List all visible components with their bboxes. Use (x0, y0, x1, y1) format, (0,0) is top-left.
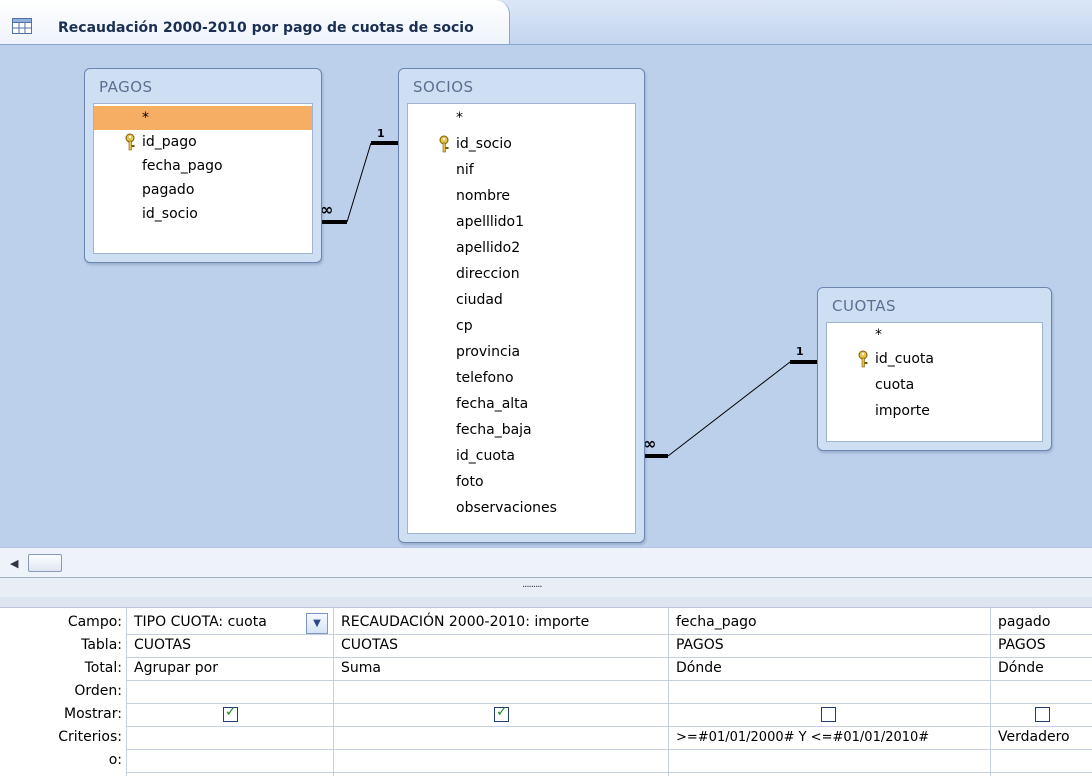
field-foto[interactable]: foto (408, 470, 635, 494)
table-title: CUOTAS (832, 297, 897, 315)
grid-criterios-4[interactable]: Verdadero (994, 726, 1092, 749)
grid-o-3[interactable] (672, 749, 988, 772)
grid-tabla-4[interactable]: PAGOS (994, 634, 1092, 657)
query-design-grid[interactable]: Campo: Tabla: Total: Orden: Mostrar: Cri… (0, 597, 1092, 776)
grid-mostrar-checkbox-3[interactable] (821, 707, 836, 722)
field-ciudad[interactable]: ciudad (408, 288, 635, 312)
relationship-pagos-socios[interactable]: ∞ 1 (320, 127, 398, 224)
grid-o-4[interactable] (994, 749, 1092, 772)
field-nif[interactable]: nif (408, 158, 635, 182)
grid-orden-3[interactable] (672, 680, 988, 703)
field-cuota[interactable]: cuota (827, 373, 1042, 397)
row-label-orden: Orden: (74, 683, 122, 699)
grid-criterios-1[interactable] (130, 726, 330, 749)
field-importe[interactable]: importe (827, 399, 1042, 423)
column-selector-bar[interactable] (0, 597, 1092, 608)
table-title: SOCIOS (413, 78, 474, 96)
field-nombre[interactable]: nombre (408, 184, 635, 208)
row-label-mostrar: Mostrar: (64, 706, 122, 722)
relationship-socios-cuotas[interactable]: ∞ 1 (643, 345, 817, 458)
field-provincia[interactable]: provincia (408, 340, 635, 364)
field-id-socio[interactable]: id_socio (408, 132, 635, 156)
primary-key-icon (125, 133, 135, 151)
field-id-pago[interactable]: id_pago (94, 130, 312, 154)
query-tab[interactable]: Recaudación 2000-2010 por pago de cuotas… (0, 0, 510, 44)
grid-campo-3[interactable]: fecha_pago (672, 611, 988, 634)
grid-campo-1[interactable]: TIPO CUOTA: cuota (130, 611, 306, 634)
grid-campo-4[interactable]: pagado (994, 611, 1092, 634)
table-pagos[interactable]: PAGOS * id_pago fecha_pago pagado id_soc… (84, 68, 322, 263)
grid-orden-4[interactable] (994, 680, 1092, 703)
field-list[interactable]: * id_socio nif nombre apelllido1 apellid… (407, 103, 636, 534)
field-id-socio[interactable]: id_socio (94, 202, 312, 226)
field-id-cuota[interactable]: id_cuota (827, 347, 1042, 371)
primary-key-icon (858, 350, 868, 368)
grid-total-4[interactable]: Dónde (994, 657, 1092, 680)
grid-orden-1[interactable] (130, 680, 330, 703)
grid-criterios-3[interactable]: >=#01/01/2000# Y <=#01/01/2010# (672, 726, 988, 749)
field-fecha-pago[interactable]: fecha_pago (94, 154, 312, 178)
row-label-o: o: (108, 752, 122, 768)
one-label: 1 (796, 345, 804, 358)
scroll-thumb[interactable] (28, 554, 62, 572)
field-fecha-baja[interactable]: fecha_baja (408, 418, 635, 442)
field-list[interactable]: * id_pago fecha_pago pagado id_socio (93, 103, 313, 254)
grid-tabla-3[interactable]: PAGOS (672, 634, 988, 657)
table-socios[interactable]: SOCIOS * id_socio nif nombre apelllido1 … (398, 68, 645, 543)
field-telefono[interactable]: telefono (408, 366, 635, 390)
row-label-criterios: Criterios: (58, 729, 122, 745)
grid-total-2[interactable]: Suma (337, 657, 665, 680)
field-list[interactable]: * id_cuota cuota importe (826, 322, 1043, 442)
field-direccion[interactable]: direccion (408, 262, 635, 286)
field-pagado[interactable]: pagado (94, 178, 312, 202)
row-label-tabla: Tabla: (81, 637, 122, 653)
table-title: PAGOS (99, 78, 153, 96)
grid-tabla-1[interactable]: CUOTAS (130, 634, 330, 657)
grid-criterios-2[interactable] (337, 726, 665, 749)
field-apellido1[interactable]: apelllido1 (408, 210, 635, 234)
document-tab-bar: Recaudación 2000-2010 por pago de cuotas… (0, 0, 1092, 45)
grid-mostrar-checkbox-1[interactable] (223, 704, 238, 722)
grid-total-1[interactable]: Agrupar por (130, 657, 330, 680)
pane-splitter[interactable]: ········· (0, 577, 1092, 598)
field-all[interactable]: * (827, 323, 1042, 347)
grid-mostrar-checkbox-2[interactable] (494, 704, 509, 722)
grid-total-3[interactable]: Dónde (672, 657, 988, 680)
primary-key-icon (439, 135, 449, 153)
grid-campo-2[interactable]: RECAUDACIÓN 2000-2010: importe (337, 611, 665, 634)
row-label-total: Total: (84, 660, 122, 676)
horizontal-scrollbar[interactable]: ◀ (0, 547, 1092, 578)
row-label-campo: Campo: (67, 614, 122, 630)
field-apellido2[interactable]: apellido2 (408, 236, 635, 260)
grid-o-1[interactable] (130, 749, 330, 772)
field-id-cuota[interactable]: id_cuota (408, 444, 635, 468)
grid-o-2[interactable] (337, 749, 665, 772)
grip-icon: ········· (522, 582, 543, 593)
field-all[interactable]: * (408, 106, 635, 130)
scroll-left-icon[interactable]: ◀ (10, 557, 18, 570)
grid-mostrar-checkbox-4[interactable] (1035, 707, 1050, 722)
one-label: 1 (377, 127, 385, 140)
table-cuotas[interactable]: CUOTAS * id_cuota cuota importe (817, 287, 1052, 451)
query-icon (12, 18, 32, 34)
field-observaciones[interactable]: observaciones (408, 496, 635, 520)
query-design-canvas[interactable]: ∞ 1 ∞ 1 PAGOS * id_pago fecha_pago pagad… (0, 45, 1092, 547)
query-title: Recaudación 2000-2010 por pago de cuotas… (58, 20, 474, 36)
field-cp[interactable]: cp (408, 314, 635, 338)
field-fecha-alta[interactable]: fecha_alta (408, 392, 635, 416)
chevron-down-icon[interactable]: ▼ (306, 613, 328, 634)
grid-tabla-2[interactable]: CUOTAS (337, 634, 665, 657)
field-all[interactable]: * (94, 106, 312, 130)
grid-orden-2[interactable] (337, 680, 665, 703)
